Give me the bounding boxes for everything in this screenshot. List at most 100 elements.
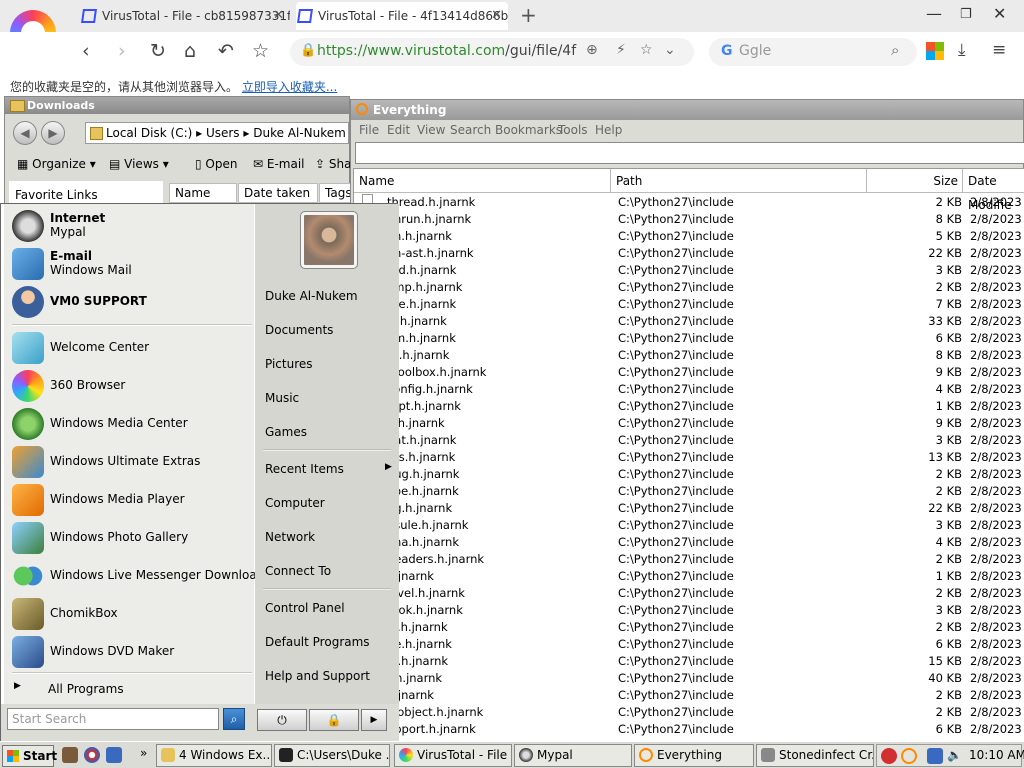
address-bar[interactable]: 🔒 https://www.virustotal.com/gui/file/4f… (290, 38, 694, 66)
place-help-and-support[interactable]: Help and Support (265, 669, 370, 683)
email-button[interactable]: ✉ E-mail (253, 157, 305, 171)
new-tab-button[interactable]: + (520, 3, 537, 27)
search-icon[interactable]: ⌕ (891, 41, 899, 59)
table-row[interactable]: ...ors.h.jnarnk C:\Python27\include 13 KB 2… (354, 449, 1024, 466)
table-row[interactable]: ...ype.h.jnarnk C:\Python27\include 2 KB 2/… (354, 483, 1024, 500)
network-tray-icon[interactable] (927, 748, 943, 764)
column-header-path[interactable]: Path (611, 169, 867, 193)
table-row[interactable]: ...h.jnarnk C:\Python27\include 1 KB 2/8/20… (354, 568, 1024, 585)
column-header-date-taken[interactable]: Date taken (238, 183, 318, 203)
user-avatar[interactable] (300, 211, 358, 269)
table-row[interactable]: ...topt.h.jnarnk C:\Python27\include 1 KB 2… (354, 398, 1024, 415)
place-documents[interactable]: Documents (265, 323, 333, 337)
share-button[interactable]: ⇪ Sha (315, 157, 351, 171)
menu-edit[interactable]: Edit (387, 123, 410, 137)
back-icon[interactable]: ◀ (13, 121, 37, 145)
task-7zip[interactable]: C:\Users\Duke ... (274, 744, 390, 767)
more-quicklaunch-icon[interactable]: » (140, 746, 147, 760)
clock[interactable]: 10:10 AM (969, 748, 1024, 762)
pinned-email[interactable]: E-mail Windows Mail (8, 246, 252, 282)
quicklaunch-browser-icon[interactable] (84, 747, 100, 763)
table-row[interactable]: ...th.h.jnarnk C:\Python27\include 8 KB 2/8… (354, 347, 1024, 364)
start-search-input[interactable]: Start Search (7, 708, 219, 730)
power-icon[interactable]: ⏻ (257, 709, 307, 731)
undo-icon[interactable]: ↶ (218, 40, 234, 62)
url-text[interactable]: https://www.virustotal.com/gui/file/4f13… (317, 43, 577, 59)
back-icon[interactable]: ‹ (82, 40, 90, 62)
column-header-name[interactable]: Name (169, 183, 237, 203)
table-row[interactable]: ...h.jnarnk C:\Python27\include 2 KB 2/8/20… (354, 687, 1024, 704)
tab-close-icon[interactable]: ✕ (491, 2, 502, 30)
place-connect-to[interactable]: Connect To (265, 564, 331, 578)
menu-icon[interactable]: ≡ (992, 40, 1006, 60)
apps-icon[interactable] (926, 42, 944, 60)
program-windows-ultimate-extras[interactable]: Windows Ultimate Extras (8, 444, 252, 480)
column-header-tags[interactable]: Tags (319, 183, 352, 203)
program-windows-live-messenger-download[interactable]: Windows Live Messenger Download (8, 558, 264, 594)
table-row[interactable]: ...e.h.jnarnk C:\Python27\include 9 KB 2/8/… (354, 415, 1024, 432)
organize-button[interactable]: ▦ Organize ▾ (17, 157, 96, 171)
browser-tab-2[interactable]: VirusTotal - File - 4f13414d866bc ✕ (296, 2, 508, 30)
pinned-internet[interactable]: Internet Mypal (8, 208, 252, 244)
column-header-size[interactable]: Size (867, 169, 963, 193)
volume-icon[interactable]: 🔈 (947, 748, 962, 762)
forward-icon[interactable]: › (118, 40, 126, 62)
place-pictures[interactable]: Pictures (265, 357, 313, 371)
table-row[interactable]: ...tod.h.jnarnk C:\Python27\include 3 KB 2/… (354, 262, 1024, 279)
table-row[interactable]: ...fs.h.jnarnk C:\Python27\include 2 KB 2/8… (354, 619, 1024, 636)
program-welcome-center[interactable]: Welcome Center (8, 330, 252, 366)
table-row[interactable]: ...on-ast.h.jnarnk C:\Python27\include 22 … (354, 245, 1024, 262)
table-row[interactable]: ...fig.h.jnarnk C:\Python27\include 22 KB 2… (354, 500, 1024, 517)
task-virustotal[interactable]: VirusTotal - File ... (394, 744, 512, 767)
table-row[interactable]: ...config.h.jnarnk C:\Python27\include 4 K… (354, 381, 1024, 398)
task-stonedinfect[interactable]: Stonedinfect Cr... (756, 744, 874, 767)
task-everything[interactable]: Everything (634, 744, 754, 767)
window-title[interactable]: Downloads (5, 97, 349, 114)
place-user-folder[interactable]: Duke Al-Nukem (265, 289, 358, 303)
table-row[interactable]: ...bug.h.jnarnk C:\Python27\include 2 KB 2/… (354, 466, 1024, 483)
column-header-date-modified[interactable]: Date Modifie (963, 169, 1024, 212)
place-control-panel[interactable]: Control Panel (265, 601, 345, 615)
window-title[interactable]: Everything (351, 100, 1023, 120)
menu-file[interactable]: File (359, 123, 379, 137)
minimize-icon[interactable]: — (926, 4, 942, 23)
table-row[interactable]: ...headers.h.jnarnk C:\Python27\include 2 … (354, 551, 1024, 568)
place-music[interactable]: Music (265, 391, 299, 405)
table-row[interactable]: ...ctoolbox.h.jnarnk C:\Python27\include 9… (354, 364, 1024, 381)
program-windows-dvd-maker[interactable]: Windows DVD Maker (8, 634, 252, 670)
table-row[interactable]: ...pat.h.jnarnk C:\Python27\include 3 KB 2/… (354, 432, 1024, 449)
start-button[interactable]: Start (2, 745, 57, 767)
home-icon[interactable]: ⌂ (184, 40, 196, 62)
table-row[interactable]: ...on.h.jnarnk C:\Python27\include 5 KB 2/8… (354, 228, 1024, 245)
table-row[interactable]: ...de.h.jnarnk C:\Python27\include 6 KB 2/8… (354, 636, 1024, 653)
menu-help[interactable]: Help (595, 123, 622, 137)
quicklaunch-network-icon[interactable] (106, 747, 122, 763)
forward-icon[interactable]: ▶ (41, 121, 65, 145)
download-icon[interactable]: ⤓ (958, 40, 966, 60)
table-row[interactable]: ...rt.h.jnarnk C:\Python27\include 33 KB 2/… (354, 313, 1024, 330)
task-mypal[interactable]: Mypal (514, 744, 632, 767)
search-input[interactable] (355, 142, 1024, 164)
table-row[interactable]: ...pl.h.jnarnk C:\Python27\include 15 KB 2/… (354, 653, 1024, 670)
menu-view[interactable]: View (417, 123, 445, 137)
add-icon[interactable]: ⊕ (586, 42, 598, 58)
quicklaunch-app-icon[interactable] (62, 747, 78, 763)
views-button[interactable]: ▤ Views ▾ (109, 157, 169, 171)
tab-close-icon[interactable]: ✕ (273, 2, 284, 30)
table-row[interactable]: ...em.h.jnarnk C:\Python27\include 6 KB 2/8… (354, 330, 1024, 347)
program-chomikbox[interactable]: ChomikBox (8, 596, 252, 632)
breadcrumb[interactable]: Local Disk (C:) ▸ Users ▸ Duke Al-Nukem … (85, 122, 349, 144)
browser-tab-1[interactable]: VirusTotal - File - cb815987331f6 ✕ (80, 2, 290, 30)
pinned-vm0-support[interactable]: VM0 SUPPORT (8, 284, 252, 320)
close-window-icon[interactable]: ✕ (993, 4, 1006, 23)
place-games[interactable]: Games (265, 425, 307, 439)
table-row[interactable]: ...leobject.h.jnarnk C:\Python27\include 2… (354, 704, 1024, 721)
shield-icon[interactable] (881, 748, 897, 764)
place-default-programs[interactable]: Default Programs (265, 635, 370, 649)
search-icon[interactable]: ⌕ (223, 708, 245, 730)
program-360-browser[interactable]: 360 Browser (8, 368, 252, 404)
lightning-icon[interactable]: ⚡ (616, 42, 626, 58)
place-recent-items[interactable]: Recent Items (265, 462, 344, 476)
table-row[interactable]: ...etok.h.jnarnk C:\Python27\include 3 KB 2… (354, 602, 1024, 619)
program-windows-media-center[interactable]: Windows Media Center (8, 406, 252, 442)
